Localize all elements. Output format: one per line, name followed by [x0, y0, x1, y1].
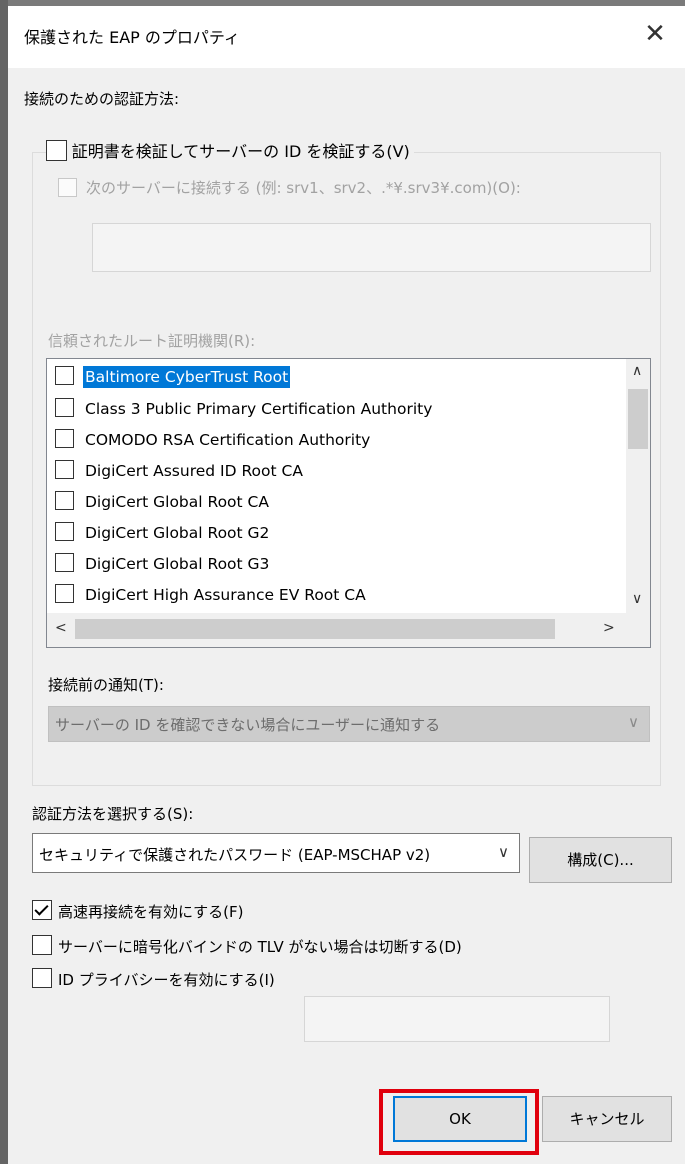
scroll-up-icon[interactable]: ∧: [632, 363, 642, 379]
cert-checkbox[interactable]: [55, 522, 74, 541]
notify-select[interactable]: サーバーの ID を確認できない場合にユーザーに通知する ∨: [48, 706, 650, 742]
cert-checkbox[interactable]: [55, 491, 74, 510]
list-item[interactable]: Class 3 Public Primary Certification Aut…: [53, 394, 613, 425]
auth-method-select[interactable]: セキュリティで保護されたパスワード (EAP-MSCHAP v2) ∨: [32, 833, 520, 873]
cert-checkbox[interactable]: [55, 398, 74, 417]
notify-label: 接続前の通知(T):: [48, 676, 164, 694]
connect-servers-input[interactable]: [92, 223, 651, 272]
cancel-button[interactable]: キャンセル: [542, 1096, 672, 1142]
list-item[interactable]: DigiCert High Assurance EV Root CA: [53, 580, 613, 611]
connect-auth-label: 接続のための認証方法:: [24, 90, 180, 108]
verify-server-checkbox[interactable]: [46, 139, 67, 161]
window-title: 保護された EAP のプロパティ: [24, 28, 240, 47]
cert-label: COMODO RSA Certification Authority: [85, 431, 371, 449]
horizontal-scrollbar[interactable]: < >: [47, 613, 626, 647]
chevron-down-icon: ∨: [498, 843, 509, 861]
list-item[interactable]: COMODO RSA Certification Authority: [53, 425, 613, 456]
id-privacy-checkbox[interactable]: [32, 968, 52, 988]
title-bar[interactable]: 保護された EAP のプロパティ ✕: [8, 6, 685, 68]
fast-reconnect-checkbox[interactable]: [32, 900, 52, 920]
disconnect-tlv-checkbox[interactable]: [32, 935, 52, 955]
chevron-down-icon: ∨: [628, 713, 639, 731]
cert-checkbox[interactable]: [55, 366, 74, 385]
vertical-scroll-thumb[interactable]: [628, 389, 648, 449]
eap-properties-dialog: 保護された EAP のプロパティ ✕ 接続のための認証方法: 証明書を検証してサ…: [0, 0, 685, 1164]
trusted-root-list[interactable]: Baltimore CyberTrust Root Class 3 Public…: [46, 358, 651, 648]
list-item[interactable]: DigiCert Global Root G2: [53, 518, 613, 549]
cert-label: DigiCert Global Root G2: [85, 524, 270, 542]
scroll-left-icon[interactable]: <: [55, 620, 67, 636]
auth-method-label: 認証方法を選択する(S):: [32, 805, 194, 823]
cert-label: DigiCert High Assurance EV Root CA: [85, 586, 366, 604]
cert-label: DigiCert Global Root G3: [85, 555, 270, 573]
cert-checkbox[interactable]: [55, 553, 74, 572]
dialog-body: 接続のための認証方法: 証明書を検証してサーバーの ID を検証する(V) 次の…: [8, 68, 685, 1164]
scrollbar-corner: [626, 613, 650, 647]
cert-checkbox[interactable]: [55, 429, 74, 448]
scroll-right-icon[interactable]: >: [603, 620, 615, 636]
fast-reconnect-label[interactable]: 高速再接続を有効にする(F): [58, 901, 243, 922]
vertical-scrollbar[interactable]: ∧ ∨: [626, 359, 650, 614]
cert-label: Baltimore CyberTrust Root: [83, 366, 291, 388]
configure-button[interactable]: 構成(C)...: [529, 837, 672, 883]
list-item[interactable]: DigiCert Assured ID Root CA: [53, 456, 613, 487]
list-item[interactable]: DigiCert Global Root CA: [53, 487, 613, 518]
list-item[interactable]: Baltimore CyberTrust Root: [53, 362, 613, 393]
cert-label: DigiCert Assured ID Root CA: [85, 462, 303, 480]
connect-servers-checkbox[interactable]: [58, 178, 77, 197]
notify-select-value: サーバーの ID を確認できない場合にユーザーに通知する: [55, 716, 441, 734]
auth-method-value: セキュリティで保護されたパスワード (EAP-MSCHAP v2): [39, 846, 431, 864]
scroll-down-icon[interactable]: ∨: [632, 591, 642, 607]
window-left-border: [0, 0, 8, 1164]
close-icon[interactable]: ✕: [637, 16, 673, 52]
trusted-root-label: 信頼されたルート証明機関(R):: [48, 332, 256, 350]
cert-checkbox[interactable]: [55, 584, 74, 603]
list-item[interactable]: DigiCert Global Root G3: [53, 549, 613, 580]
id-privacy-input[interactable]: [304, 996, 610, 1042]
connect-servers-label: 次のサーバーに接続する (例: srv1、srv2、.*¥.srv3¥.com)…: [86, 179, 521, 197]
verify-server-label: 証明書を検証してサーバーの ID を検証する(V): [71, 142, 410, 161]
ok-highlight-box: [379, 1089, 539, 1155]
disconnect-tlv-label[interactable]: サーバーに暗号化バインドの TLV がない場合は切断する(D): [58, 936, 462, 957]
id-privacy-label[interactable]: ID プライバシーを有効にする(I): [58, 969, 275, 990]
cert-label: Class 3 Public Primary Certification Aut…: [85, 400, 433, 418]
horizontal-scroll-thumb[interactable]: [75, 619, 555, 639]
cert-checkbox[interactable]: [55, 460, 74, 479]
cert-label: DigiCert Global Root CA: [85, 493, 269, 511]
verify-server-option[interactable]: 証明書を検証してサーバーの ID を検証する(V): [46, 138, 414, 162]
